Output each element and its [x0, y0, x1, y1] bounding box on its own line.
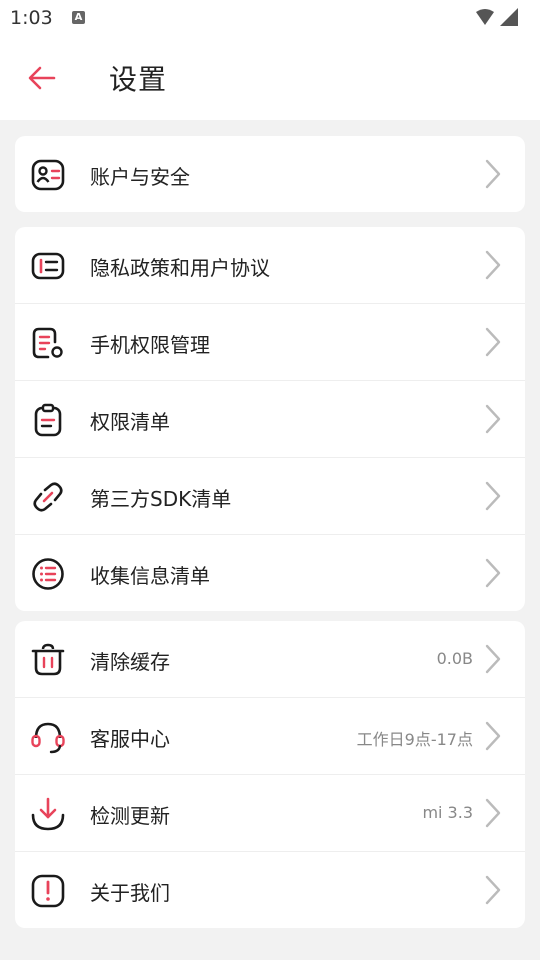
permission-manage-icon [32, 327, 63, 359]
account-icon [31, 159, 65, 191]
settings-item-phone-permissions[interactable]: 手机权限管理 [15, 304, 525, 381]
settings-item-customer-service[interactable]: 客服中心 工作日9点-17点 [15, 698, 525, 775]
back-button[interactable] [26, 62, 58, 94]
settings-item-third-party-sdk[interactable]: 第三方SDK清单 [15, 458, 525, 535]
settings-item-label: 手机权限管理 [90, 333, 210, 357]
settings-item-label: 收集信息清单 [90, 564, 210, 588]
status-bar: 1:03 A [0, 0, 540, 38]
settings-item-label: 客服中心 [90, 727, 170, 751]
chevron-right-icon [485, 875, 501, 905]
page-title: 设置 [109, 63, 168, 96]
settings-item-label: 账户与安全 [90, 165, 190, 189]
chevron-right-icon [485, 404, 501, 434]
settings-item-label: 第三方SDK清单 [90, 487, 232, 511]
download-icon [31, 797, 65, 831]
exclamation-icon [31, 874, 65, 908]
settings-card-general: 清除缓存 0.0B 客服中心 工作日9点-17点 检测更新 mi 3.3 关于我… [15, 621, 525, 928]
settings-item-about-us[interactable]: 关于我们 [15, 852, 525, 928]
settings-item-collected-info[interactable]: 收集信息清单 [15, 535, 525, 611]
chevron-right-icon [485, 250, 501, 280]
list-icon [32, 558, 64, 590]
notification-icon: A [72, 11, 85, 24]
privacy-policy-icon [31, 252, 65, 280]
headset-icon [31, 722, 65, 754]
settings-item-permission-list[interactable]: 权限清单 [15, 381, 525, 458]
settings-item-label: 权限清单 [90, 410, 170, 434]
settings-card-privacy: 隐私政策和用户协议 手机权限管理 权限清单 第三方SDK清单 收集信息清单 [15, 227, 525, 611]
chevron-right-icon [485, 159, 501, 189]
settings-item-privacy-policy[interactable]: 隐私政策和用户协议 [15, 227, 525, 304]
chevron-right-icon [485, 558, 501, 588]
settings-item-label: 检测更新 [90, 804, 170, 828]
cache-size-value: 0.0B [436, 649, 473, 668]
service-hours-value: 工作日9点-17点 [356, 730, 473, 749]
status-indicators [474, 8, 522, 32]
wifi-signal-icon [476, 8, 518, 26]
trash-icon [31, 643, 65, 676]
settings-item-label: 隐私政策和用户协议 [90, 256, 270, 280]
settings-item-label: 关于我们 [90, 881, 170, 905]
settings-item-account-security[interactable]: 账户与安全 [15, 136, 525, 212]
chevron-right-icon [485, 327, 501, 357]
clipboard-icon [34, 403, 62, 437]
settings-item-label: 清除缓存 [90, 650, 170, 674]
chevron-right-icon [485, 798, 501, 828]
app-header: 设置 [0, 38, 540, 120]
version-value: mi 3.3 [422, 803, 473, 822]
settings-item-clear-cache[interactable]: 清除缓存 0.0B [15, 621, 525, 698]
settings-item-check-update[interactable]: 检测更新 mi 3.3 [15, 775, 525, 852]
settings-card-account: 账户与安全 [15, 136, 525, 212]
chevron-right-icon [485, 644, 501, 674]
chevron-right-icon [485, 721, 501, 751]
chevron-right-icon [485, 481, 501, 511]
link-icon [33, 482, 63, 512]
back-arrow-icon [28, 66, 56, 90]
status-time: 1:03 [10, 7, 53, 29]
